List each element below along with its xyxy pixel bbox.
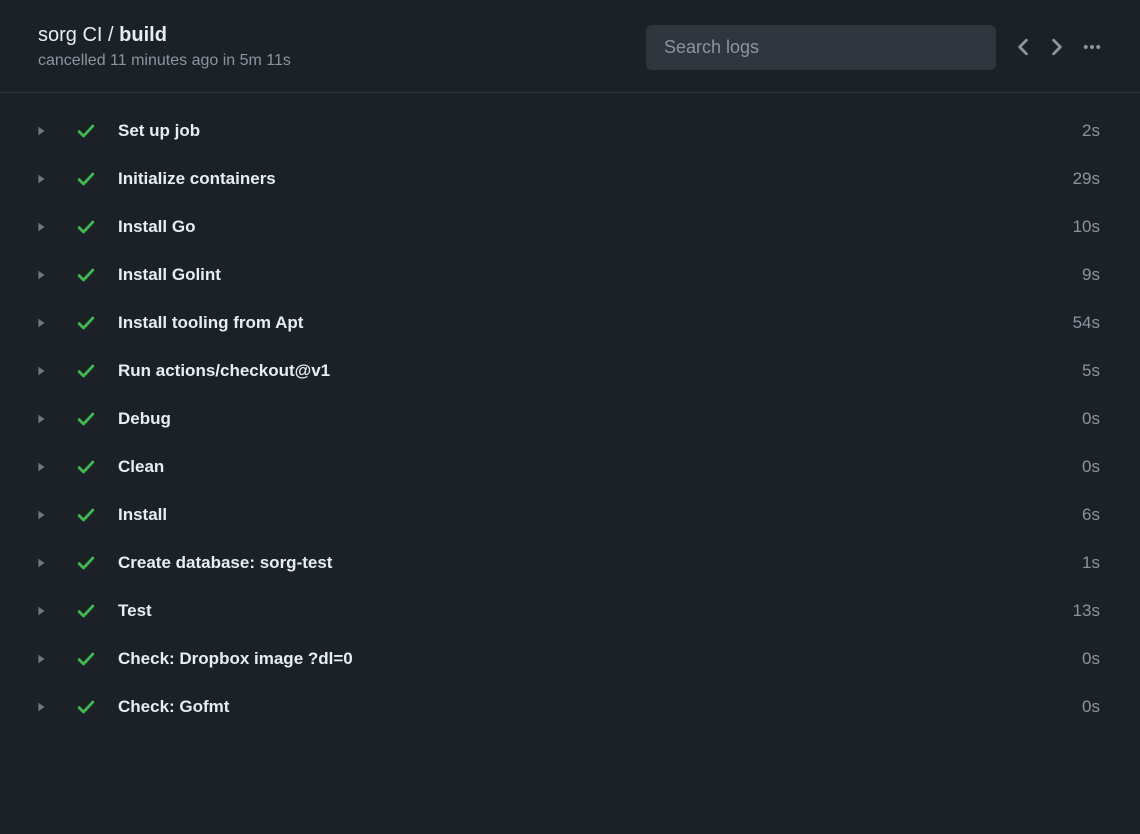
step-duration: 6s bbox=[1082, 505, 1100, 525]
header-left: sorg CI / build cancelled 11 minutes ago… bbox=[38, 24, 646, 70]
check-icon bbox=[76, 649, 96, 669]
check-icon bbox=[76, 553, 96, 573]
breadcrumb: sorg CI / build bbox=[38, 24, 646, 47]
chevron-right-icon[interactable] bbox=[34, 268, 48, 282]
step-row[interactable]: Debug0s bbox=[0, 395, 1140, 443]
step-duration: 29s bbox=[1073, 169, 1100, 189]
check-icon bbox=[76, 457, 96, 477]
step-row[interactable]: Check: Dropbox image ?dl=00s bbox=[0, 635, 1140, 683]
step-name: Install Golint bbox=[118, 265, 1082, 285]
step-row[interactable]: Install Golint9s bbox=[0, 251, 1140, 299]
prev-icon[interactable] bbox=[1014, 38, 1032, 56]
step-row[interactable]: Run actions/checkout@v15s bbox=[0, 347, 1140, 395]
next-icon[interactable] bbox=[1048, 38, 1066, 56]
step-row[interactable]: Initialize containers29s bbox=[0, 155, 1140, 203]
step-duration: 0s bbox=[1082, 697, 1100, 717]
check-icon bbox=[76, 361, 96, 381]
step-row[interactable]: Set up job2s bbox=[0, 107, 1140, 155]
step-duration: 10s bbox=[1073, 217, 1100, 237]
header: sorg CI / build cancelled 11 minutes ago… bbox=[0, 0, 1140, 93]
step-name: Debug bbox=[118, 409, 1082, 429]
step-name: Check: Gofmt bbox=[118, 697, 1082, 717]
step-name: Check: Dropbox image ?dl=0 bbox=[118, 649, 1082, 669]
check-icon bbox=[76, 265, 96, 285]
step-row[interactable]: Create database: sorg-test1s bbox=[0, 539, 1140, 587]
step-duration: 0s bbox=[1082, 649, 1100, 669]
chevron-right-icon[interactable] bbox=[34, 460, 48, 474]
step-duration: 0s bbox=[1082, 409, 1100, 429]
workflow-name: sorg CI bbox=[38, 24, 102, 46]
check-icon bbox=[76, 121, 96, 141]
search-input[interactable] bbox=[646, 25, 996, 70]
check-icon bbox=[76, 313, 96, 333]
check-icon bbox=[76, 169, 96, 189]
check-icon bbox=[76, 601, 96, 621]
step-name: Test bbox=[118, 601, 1073, 621]
step-name: Initialize containers bbox=[118, 169, 1073, 189]
step-name: Install Go bbox=[118, 217, 1073, 237]
check-icon bbox=[76, 505, 96, 525]
step-row[interactable]: Install Go10s bbox=[0, 203, 1140, 251]
step-row[interactable]: Install tooling from Apt54s bbox=[0, 299, 1140, 347]
chevron-right-icon[interactable] bbox=[34, 604, 48, 618]
chevron-right-icon[interactable] bbox=[34, 508, 48, 522]
chevron-right-icon[interactable] bbox=[34, 652, 48, 666]
job-name: build bbox=[119, 24, 167, 46]
step-row[interactable]: Check: Gofmt0s bbox=[0, 683, 1140, 731]
step-name: Clean bbox=[118, 457, 1082, 477]
step-name: Run actions/checkout@v1 bbox=[118, 361, 1082, 381]
step-name: Install tooling from Apt bbox=[118, 313, 1073, 333]
check-icon bbox=[76, 217, 96, 237]
step-row[interactable]: Clean0s bbox=[0, 443, 1140, 491]
status-line: cancelled 11 minutes ago in 5m 11s bbox=[38, 52, 646, 70]
step-duration: 13s bbox=[1073, 601, 1100, 621]
step-duration: 54s bbox=[1073, 313, 1100, 333]
check-icon bbox=[76, 697, 96, 717]
step-duration: 5s bbox=[1082, 361, 1100, 381]
header-right bbox=[646, 25, 1102, 70]
step-duration: 2s bbox=[1082, 121, 1100, 141]
step-row[interactable]: Install6s bbox=[0, 491, 1140, 539]
chevron-right-icon[interactable] bbox=[34, 364, 48, 378]
chevron-right-icon[interactable] bbox=[34, 700, 48, 714]
steps-list: Set up job2sInitialize containers29sInst… bbox=[0, 93, 1140, 745]
nav-arrows bbox=[1014, 37, 1102, 57]
chevron-right-icon[interactable] bbox=[34, 316, 48, 330]
chevron-right-icon[interactable] bbox=[34, 220, 48, 234]
step-name: Create database: sorg-test bbox=[118, 553, 1082, 573]
kebab-menu-icon[interactable] bbox=[1082, 37, 1102, 57]
step-row[interactable]: Test13s bbox=[0, 587, 1140, 635]
breadcrumb-separator: / bbox=[102, 24, 119, 46]
chevron-right-icon[interactable] bbox=[34, 556, 48, 570]
check-icon bbox=[76, 409, 96, 429]
step-name: Install bbox=[118, 505, 1082, 525]
chevron-right-icon[interactable] bbox=[34, 124, 48, 138]
step-duration: 0s bbox=[1082, 457, 1100, 477]
chevron-right-icon[interactable] bbox=[34, 412, 48, 426]
step-name: Set up job bbox=[118, 121, 1082, 141]
step-duration: 9s bbox=[1082, 265, 1100, 285]
step-duration: 1s bbox=[1082, 553, 1100, 573]
chevron-right-icon[interactable] bbox=[34, 172, 48, 186]
